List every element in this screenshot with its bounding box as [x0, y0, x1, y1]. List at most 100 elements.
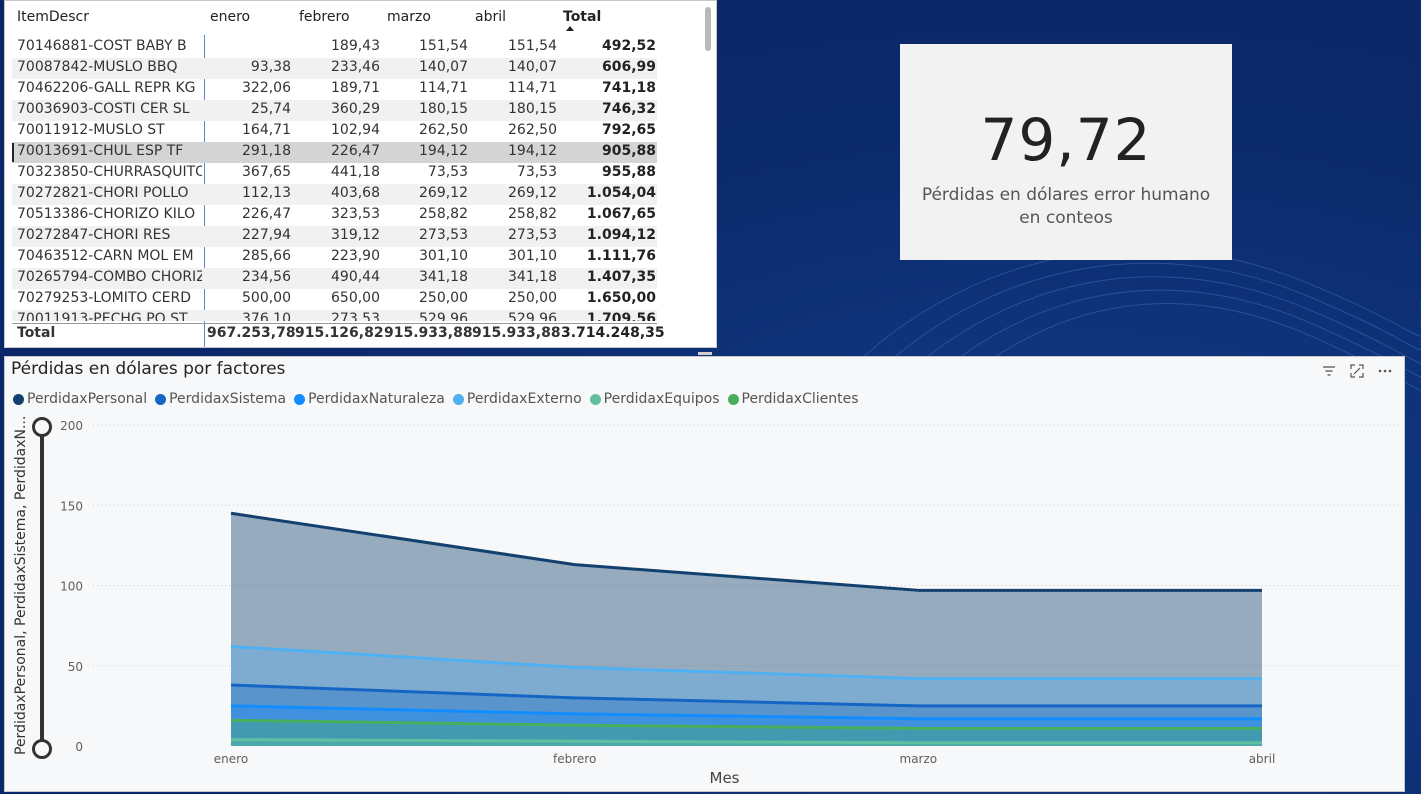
cell-enero: 500,00: [242, 290, 291, 306]
table-total-row: Total 967.253,78 915.126,82 915.933,88 9…: [12, 323, 665, 346]
table-row[interactable]: 70146881-COST BABY B 189,43 151,54 151,54 49…: [12, 37, 657, 58]
cell-enero: 376,10: [242, 311, 291, 321]
table-row[interactable]: 70272821-CHORI POLLO 112,13 403,68 269,12 26…: [12, 184, 657, 205]
header-enero[interactable]: enero: [210, 9, 250, 25]
area-chart-visual[interactable]: 0 50 100 150 200 enero febrero marzo abril Pérdi…: [4, 356, 1405, 792]
table-row[interactable]: 70513386-CHORIZO KILO 226,47 323,53 258,82 2…: [12, 205, 657, 226]
table-row[interactable]: 70272847-CHORI RES 227,94 319,12 273,53 273,…: [12, 226, 657, 247]
cell-marzo: 258,82: [419, 206, 468, 222]
cell-abril: 140,07: [508, 59, 557, 75]
x-tick-label: enero: [214, 752, 248, 766]
table-row[interactable]: 70087842-MUSLO BBQ 93,38 233,46 140,07 140,0…: [12, 58, 657, 79]
cell-itemdescr: 70272847-CHORI RES: [17, 227, 171, 243]
legend-marker: [13, 393, 24, 405]
cell-itemdescr: 70463512-CARN MOL EM: [17, 248, 194, 264]
filter-icon[interactable]: [1318, 361, 1340, 381]
cell-itemdescr: 70011913-PECHG PO ST: [17, 311, 188, 321]
cell-itemdescr: 70272821-CHORI POLLO: [17, 185, 189, 201]
cell-marzo: 301,10: [419, 248, 468, 264]
table-row[interactable]: 70279253-LOMITO CERD 500,00 650,00 250,00 25…: [12, 289, 657, 310]
more-options-icon[interactable]: [1374, 361, 1396, 381]
cell-abril: 250,00: [508, 290, 557, 306]
kpi-card[interactable]: 79,72 Pérdidas en dólares error humano e…: [900, 44, 1232, 260]
cell-febrero: 403,68: [331, 185, 380, 201]
total-total: 3.714.248,35: [561, 325, 665, 341]
table-row[interactable]: 70323850-CHURRASQUITO 367,65 441,18 73,53 73…: [12, 163, 657, 184]
legend-marker: [155, 393, 167, 405]
cell-itemdescr: 70036903-COSTI CER SL: [17, 101, 190, 117]
chart-canvas: 0 50 100 150 200 enero febrero marzo abril: [60, 419, 1401, 766]
cell-enero: 291,18: [242, 143, 291, 159]
y-tick-label: 50: [68, 660, 83, 674]
table-row[interactable]: 70036903-COSTI CER SL 25,74 360,29 180,15 18…: [12, 100, 657, 121]
cell-enero: 164,71: [242, 122, 291, 138]
legend-item[interactable]: PerdidaxNaturaleza: [294, 391, 445, 407]
kpi-value: 79,72: [980, 106, 1152, 174]
cell-abril: 341,18: [508, 269, 557, 285]
x-tick-label: marzo: [900, 752, 938, 766]
cell-total: 1.067,65: [586, 206, 656, 222]
cell-total: 1.094,12: [586, 227, 656, 243]
cell-marzo: 269,12: [419, 185, 468, 201]
x-tick-label: abril: [1249, 752, 1276, 766]
header-itemdescr[interactable]: ItemDescr: [17, 9, 89, 25]
table-row-selected[interactable]: 70013691-CHUL ESP TF 291,18 226,47 194,12 19…: [12, 142, 657, 163]
cell-itemdescr: 70279253-LOMITO CERD: [17, 290, 191, 306]
cell-total: 905,88: [601, 143, 656, 159]
header-marzo[interactable]: marzo: [387, 9, 431, 25]
cell-total: 746,32: [601, 101, 656, 117]
y-axis-title: PerdidaxPersonal, PerdidaxSistema, Perdi…: [13, 415, 29, 755]
legend-label: PerdidaxClientes: [741, 391, 859, 407]
table-row[interactable]: 70462206-GALL REPR KG 322,06 189,71 114,71 1…: [12, 79, 657, 100]
legend-marker: [589, 393, 601, 405]
visual-resize-handle[interactable]: [698, 352, 712, 355]
legend-label: PerdidaxNaturaleza: [308, 391, 445, 407]
table-header-row: ItemDescr enero febrero marzo abril Tota…: [12, 7, 656, 34]
chart-legend: PerdidaxPersonal PerdidaxSistema PerdidaxN…: [13, 391, 859, 407]
cell-itemdescr: 70462206-GALL REPR KG: [17, 80, 196, 96]
sort-ascending-icon: [566, 26, 574, 31]
legend-item[interactable]: PerdidaxExterno: [452, 391, 582, 407]
table-scrollbar[interactable]: [704, 5, 712, 341]
table-row[interactable]: 70265794-COMBO CHORIZ 234,56 490,44 341,18 3…: [12, 268, 657, 289]
focus-mode-icon[interactable]: [1346, 361, 1368, 381]
cell-total: 492,52: [601, 38, 656, 54]
cell-marzo: 73,53: [427, 164, 468, 180]
cell-marzo: 180,15: [419, 101, 468, 117]
header-total[interactable]: Total: [563, 9, 601, 25]
cell-febrero: 189,71: [331, 80, 380, 96]
cell-abril: 529,96: [508, 311, 557, 321]
cell-itemdescr: 70087842-MUSLO BBQ: [17, 59, 178, 75]
cell-febrero: 102,94: [331, 122, 380, 138]
cell-marzo: 194,12: [419, 143, 468, 159]
cell-total: 792,65: [601, 122, 656, 138]
table-row[interactable]: 70011912-MUSLO ST 164,71 102,94 262,50 262,5…: [12, 121, 657, 142]
table-row[interactable]: 70011913-PECHG PO ST 376,10 273,53 529,96 52…: [12, 310, 657, 321]
x-tick-label: febrero: [553, 752, 596, 766]
visual-header-toolbar: [1318, 361, 1396, 381]
zoom-slider-top-handle[interactable]: [32, 417, 52, 437]
table-scrollbar-thumb[interactable]: [705, 7, 711, 51]
cell-enero: 227,94: [242, 227, 291, 243]
y-axis-zoom-slider[interactable]: [40, 427, 44, 747]
header-febrero[interactable]: febrero: [299, 9, 350, 25]
cell-marzo: 529,96: [419, 311, 468, 321]
header-abril[interactable]: abril: [475, 9, 506, 25]
zoom-slider-bottom-handle[interactable]: [32, 739, 52, 759]
cell-total: 1.054,04: [586, 185, 656, 201]
table-row[interactable]: 70463512-CARN MOL EM 285,66 223,90 301,10 30…: [12, 247, 657, 268]
legend-item[interactable]: PerdidaxClientes: [727, 391, 859, 407]
cell-abril: 151,54: [508, 38, 557, 54]
cell-enero: 226,47: [242, 206, 291, 222]
legend-item[interactable]: PerdidaxSistema: [155, 391, 286, 407]
cell-abril: 262,50: [508, 122, 557, 138]
legend-item[interactable]: PerdidaxEquipos: [589, 391, 720, 407]
cell-itemdescr: 70013691-CHUL ESP TF: [17, 143, 184, 159]
cell-enero: 112,13: [242, 185, 291, 201]
y-tick-label: 100: [60, 580, 83, 594]
legend-item[interactable]: PerdidaxPersonal: [13, 391, 147, 407]
cell-marzo: 140,07: [419, 59, 468, 75]
cell-total: 1.709,56: [586, 311, 656, 321]
matrix-table-visual[interactable]: ItemDescr enero febrero marzo abril Tota…: [4, 0, 717, 348]
cell-abril: 258,82: [508, 206, 557, 222]
